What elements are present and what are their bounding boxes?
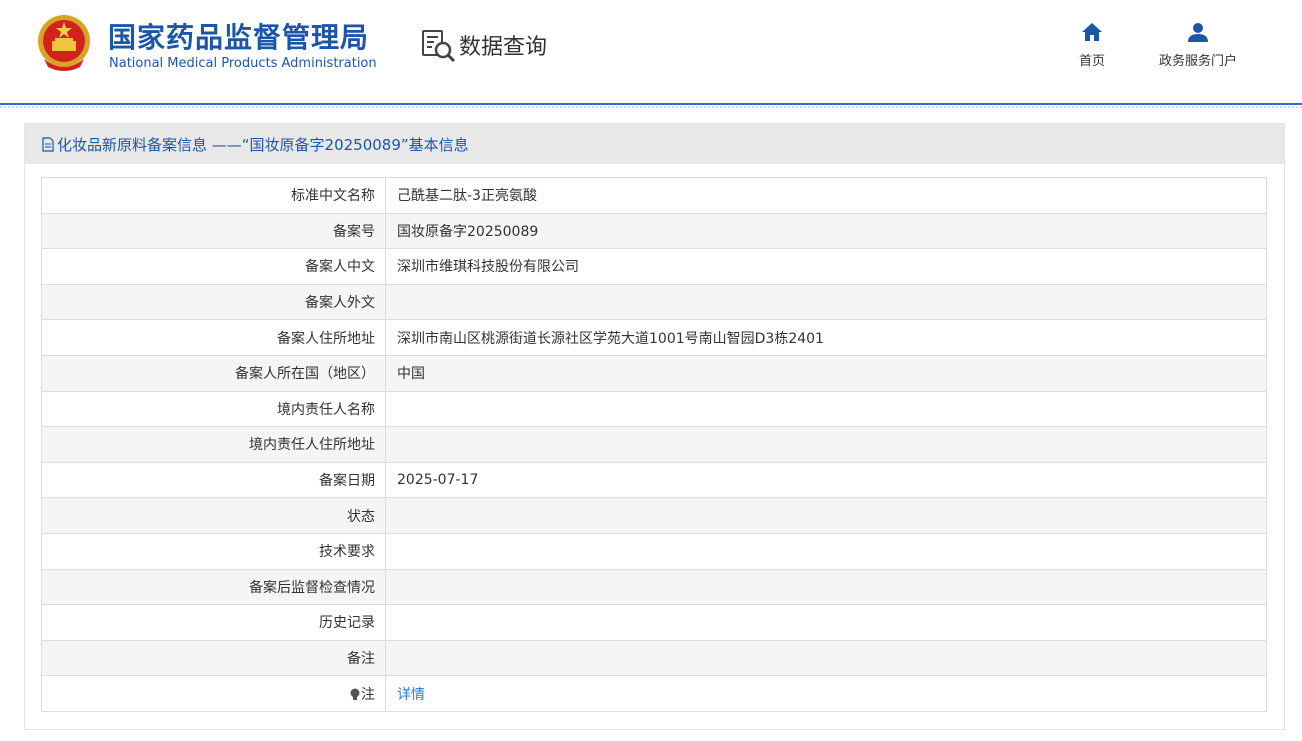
note-label-cell: 注 bbox=[41, 675, 386, 712]
row-label: 备注 bbox=[41, 639, 386, 677]
row-value bbox=[385, 568, 1267, 606]
table-row: 备案人外文 bbox=[41, 283, 1267, 321]
row-label: 备案人中文 bbox=[41, 248, 386, 285]
table-row-note: 注 详情 bbox=[41, 675, 1267, 712]
table-row: 备案日期 2025-07-17 bbox=[41, 461, 1267, 499]
lightbulb-icon bbox=[350, 688, 360, 700]
row-value: 深圳市南山区桃源街道长源社区学苑大道1001号南山智园D3栋2401 bbox=[385, 319, 1267, 356]
table-row: 备注 bbox=[41, 639, 1267, 677]
row-value: 中国 bbox=[385, 354, 1267, 392]
agency-name-cn: 国家药品监督管理局 bbox=[108, 21, 370, 54]
nav-portal-label: 政务服务门户 bbox=[1158, 54, 1237, 69]
row-label: 境内责任人住所地址 bbox=[41, 426, 386, 463]
data-query-title[interactable]: 数据查询 bbox=[421, 28, 547, 62]
row-value bbox=[385, 390, 1267, 428]
row-value bbox=[385, 283, 1267, 321]
table-row: 技术要求 bbox=[41, 532, 1267, 570]
row-label: 技术要求 bbox=[41, 532, 386, 570]
row-value bbox=[385, 604, 1267, 641]
table-row: 备案后监督检查情况 bbox=[41, 568, 1267, 606]
row-label: 境内责任人名称 bbox=[41, 390, 386, 428]
panel-header: 化妆品新原料备案信息 ——“国妆原备字20250089”基本信息 bbox=[25, 124, 1284, 164]
agency-name-en: National Medical Products Administration bbox=[109, 56, 377, 71]
info-panel: 化妆品新原料备案信息 ——“国妆原备字20250089”基本信息 标准中文名称己… bbox=[24, 123, 1285, 730]
table-row: 备案人中文 深圳市维琪科技股份有限公司 bbox=[41, 248, 1267, 285]
table-row: 境内责任人住所地址 bbox=[41, 426, 1267, 463]
row-label: 备案日期 bbox=[41, 461, 386, 499]
row-label: 状态 bbox=[41, 497, 386, 534]
nav-home[interactable]: 首页 bbox=[1072, 22, 1112, 69]
row-label: 备案人外文 bbox=[41, 283, 386, 321]
nav-service-portal[interactable]: 政务服务门户 bbox=[1150, 22, 1246, 69]
row-value: 国妆原备字20250089 bbox=[385, 212, 1267, 250]
row-label: 备案人所在国（地区） bbox=[41, 354, 386, 392]
row-label: 备案后监督检查情况 bbox=[41, 568, 386, 606]
info-table: 标准中文名称 己酰基二肽-3正亮氨酸 备案号 国妆原备字20250089 备案人中文… bbox=[41, 177, 1267, 712]
table-row: 境内责任人名称 bbox=[41, 390, 1267, 428]
row-value bbox=[385, 532, 1267, 570]
row-label: 备案号 bbox=[41, 212, 386, 250]
row-label: 备案人住所地址 bbox=[41, 319, 386, 356]
note-value-cell: 详情 bbox=[385, 675, 1267, 712]
data-query-label: 数据查询 bbox=[459, 35, 548, 60]
row-value: 己酰基二肽-3正亮氨酸 bbox=[385, 177, 1267, 214]
row-value bbox=[385, 497, 1267, 534]
home-icon bbox=[1082, 23, 1102, 41]
details-link[interactable]: 详情 bbox=[397, 687, 425, 703]
nav-home-label: 首页 bbox=[1078, 54, 1105, 69]
row-value bbox=[385, 426, 1267, 463]
table-row: 状态 bbox=[41, 497, 1267, 534]
document-icon bbox=[42, 136, 54, 152]
panel-title: 化妆品新原料备案信息 ——“国妆原备字20250089”基本信息 bbox=[57, 135, 469, 154]
row-value: 2025-07-17 bbox=[385, 461, 1267, 499]
header-divider-dotted bbox=[0, 106, 1302, 108]
note-label: 注 bbox=[361, 686, 375, 703]
document-search-icon bbox=[422, 30, 456, 62]
national-emblem-icon bbox=[38, 15, 90, 71]
table-row: 备案人所在国（地区） 中国 bbox=[41, 354, 1267, 392]
row-value bbox=[385, 639, 1267, 677]
table-row: 备案人住所地址 深圳市南山区桃源街道长源社区学苑大道1001号南山智园D3栋240… bbox=[41, 319, 1267, 356]
table-row: 标准中文名称 己酰基二肽-3正亮氨酸 bbox=[41, 177, 1267, 214]
table-row: 备案号 国妆原备字20250089 bbox=[41, 212, 1267, 250]
header-divider bbox=[0, 103, 1302, 105]
row-value: 深圳市维琪科技股份有限公司 bbox=[385, 248, 1267, 285]
user-icon bbox=[1188, 23, 1208, 42]
row-label: 历史记录 bbox=[41, 604, 386, 641]
table-row: 历史记录 bbox=[41, 604, 1267, 641]
row-label: 标准中文名称 bbox=[41, 177, 386, 214]
site-header: 国家药品监督管理局 National Medical Products Admi… bbox=[0, 0, 1302, 108]
